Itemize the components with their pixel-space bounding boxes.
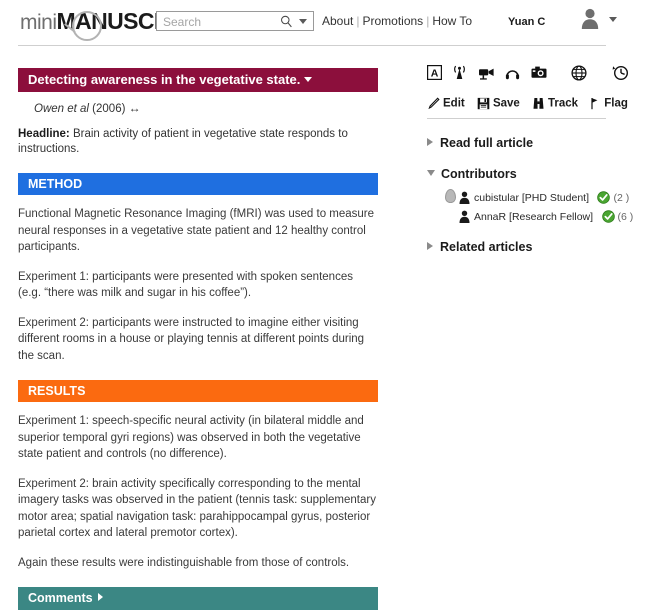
track-label: Track xyxy=(548,97,579,110)
egg-badge-icon xyxy=(445,189,456,203)
section-label-results: RESULTS xyxy=(28,384,86,398)
results-paragraph-2: Experiment 2: brain activity specificall… xyxy=(18,477,376,540)
user-dropdown-caret-icon[interactable] xyxy=(609,16,618,22)
expand-caret-right-icon[interactable] xyxy=(427,242,433,250)
sidebar: A Edit Save Track Flag Read full article… xyxy=(427,64,633,254)
results-paragraph-1: Experiment 1: speech-specific neural act… xyxy=(18,415,364,460)
contributor-count: (6 ) xyxy=(617,210,634,223)
search-icon[interactable] xyxy=(280,15,293,28)
article-column: Detecting awareness in the vegetative st… xyxy=(18,68,378,610)
article-title-bar[interactable]: Detecting awareness in the vegetative st… xyxy=(18,68,378,92)
nav-item-promotions[interactable]: Promotions xyxy=(362,14,423,28)
save-action-button[interactable]: Save xyxy=(477,97,520,110)
sidebar-section-read-full-article[interactable]: Read full article xyxy=(427,136,607,150)
citation-author-year: Owen et al (2006) xyxy=(34,103,126,115)
headline-label: Headline: xyxy=(18,128,70,140)
flag-icon xyxy=(591,98,598,110)
article-citation: Owen et al (2006) ↔ xyxy=(34,101,378,115)
logo-text-mini: mini xyxy=(20,11,57,34)
contributor-count: (2 ) xyxy=(613,191,630,204)
flag-label: Flag xyxy=(604,97,628,110)
edit-action-button[interactable]: Edit xyxy=(427,97,465,110)
antenna-icon[interactable] xyxy=(452,65,467,80)
sidebar-section-contributors[interactable]: Contributors xyxy=(427,167,607,181)
contributors-list: cubistular [PHD Student] (2 ) AnnaR [Res… xyxy=(427,189,633,224)
collapse-caret-down-icon[interactable] xyxy=(427,170,435,176)
article-title-caret-icon[interactable] xyxy=(304,77,313,82)
edit-label: Edit xyxy=(443,97,465,110)
search-box[interactable] xyxy=(156,11,314,32)
search-dropdown-caret-icon[interactable] xyxy=(299,19,307,24)
pencil-icon xyxy=(428,97,440,110)
article-title: Detecting awareness in the vegetative st… xyxy=(28,72,301,87)
related-articles-label: Related articles xyxy=(440,240,533,254)
binoculars-icon xyxy=(533,98,544,109)
contributor-name: AnnaR [Research Fellow] xyxy=(474,210,594,223)
contributors-label: Contributors xyxy=(441,167,517,181)
user-menu[interactable]: Yuan C xyxy=(508,7,618,29)
comments-label: Comments xyxy=(28,591,93,605)
header-divider xyxy=(18,45,606,46)
section-header-results[interactable]: RESULTS xyxy=(18,380,378,402)
video-camera-icon[interactable] xyxy=(478,65,495,80)
section-header-method[interactable]: METHOD xyxy=(18,173,378,195)
person-icon xyxy=(459,210,470,224)
contributor-row[interactable]: cubistular [PHD Student] (2 ) xyxy=(427,189,629,205)
contributor-name: cubistular [PHD Student] xyxy=(474,191,589,204)
article-headline: Headline: Brain activity of patient in v… xyxy=(18,127,378,157)
article-actions: Edit Save Track Flag xyxy=(427,97,628,110)
flag-action-button[interactable]: Flag xyxy=(590,97,628,110)
camera-icon[interactable] xyxy=(531,65,547,80)
verified-check-icon xyxy=(597,191,611,205)
citation-arrows-icon[interactable]: ↔ xyxy=(129,101,141,115)
nav-separator-2: | xyxy=(426,14,430,28)
globe-icon[interactable] xyxy=(571,65,587,81)
text-icon[interactable]: A xyxy=(427,65,442,81)
floppy-disk-icon xyxy=(477,97,490,110)
sidebar-section-related-articles[interactable]: Related articles xyxy=(427,240,607,254)
avatar-icon[interactable] xyxy=(580,7,600,29)
page-header: miniMANUSCRIPT About|Promotions|How To Y… xyxy=(0,0,660,46)
media-type-icons: A xyxy=(427,64,628,88)
svg-text:A: A xyxy=(431,68,439,80)
method-paragraph-1: Functional Magnetic Resonance Imaging (f… xyxy=(18,208,375,253)
search-input[interactable] xyxy=(161,12,273,32)
method-paragraph-3: Experiment 2: participants were instruct… xyxy=(18,316,365,362)
read-full-article-label: Read full article xyxy=(440,136,534,150)
clock-history-icon[interactable] xyxy=(612,64,629,81)
section-label-method: METHOD xyxy=(28,177,83,191)
nav-item-how-to[interactable]: How To xyxy=(432,14,472,28)
nav-item-about[interactable]: About xyxy=(322,14,353,28)
results-paragraph-3: Again these results were indistinguishab… xyxy=(18,556,350,569)
headphones-icon[interactable] xyxy=(505,65,520,80)
track-action-button[interactable]: Track xyxy=(532,97,578,110)
top-navigation: About | Promotions | How To xyxy=(322,14,472,28)
sidebar-divider xyxy=(427,118,606,119)
comments-bar[interactable]: Comments xyxy=(18,587,378,610)
method-paragraph-2: Experiment 1: participants were presente… xyxy=(18,270,353,300)
comments-expand-caret-icon[interactable] xyxy=(97,593,103,601)
verified-check-icon xyxy=(601,210,615,224)
person-icon xyxy=(459,191,470,205)
contributor-row[interactable]: AnnaR [Research Fellow] (6 ) xyxy=(427,208,633,224)
user-name-label: Yuan C xyxy=(508,16,546,28)
save-label: Save xyxy=(492,97,520,110)
expand-caret-right-icon[interactable] xyxy=(427,138,433,146)
